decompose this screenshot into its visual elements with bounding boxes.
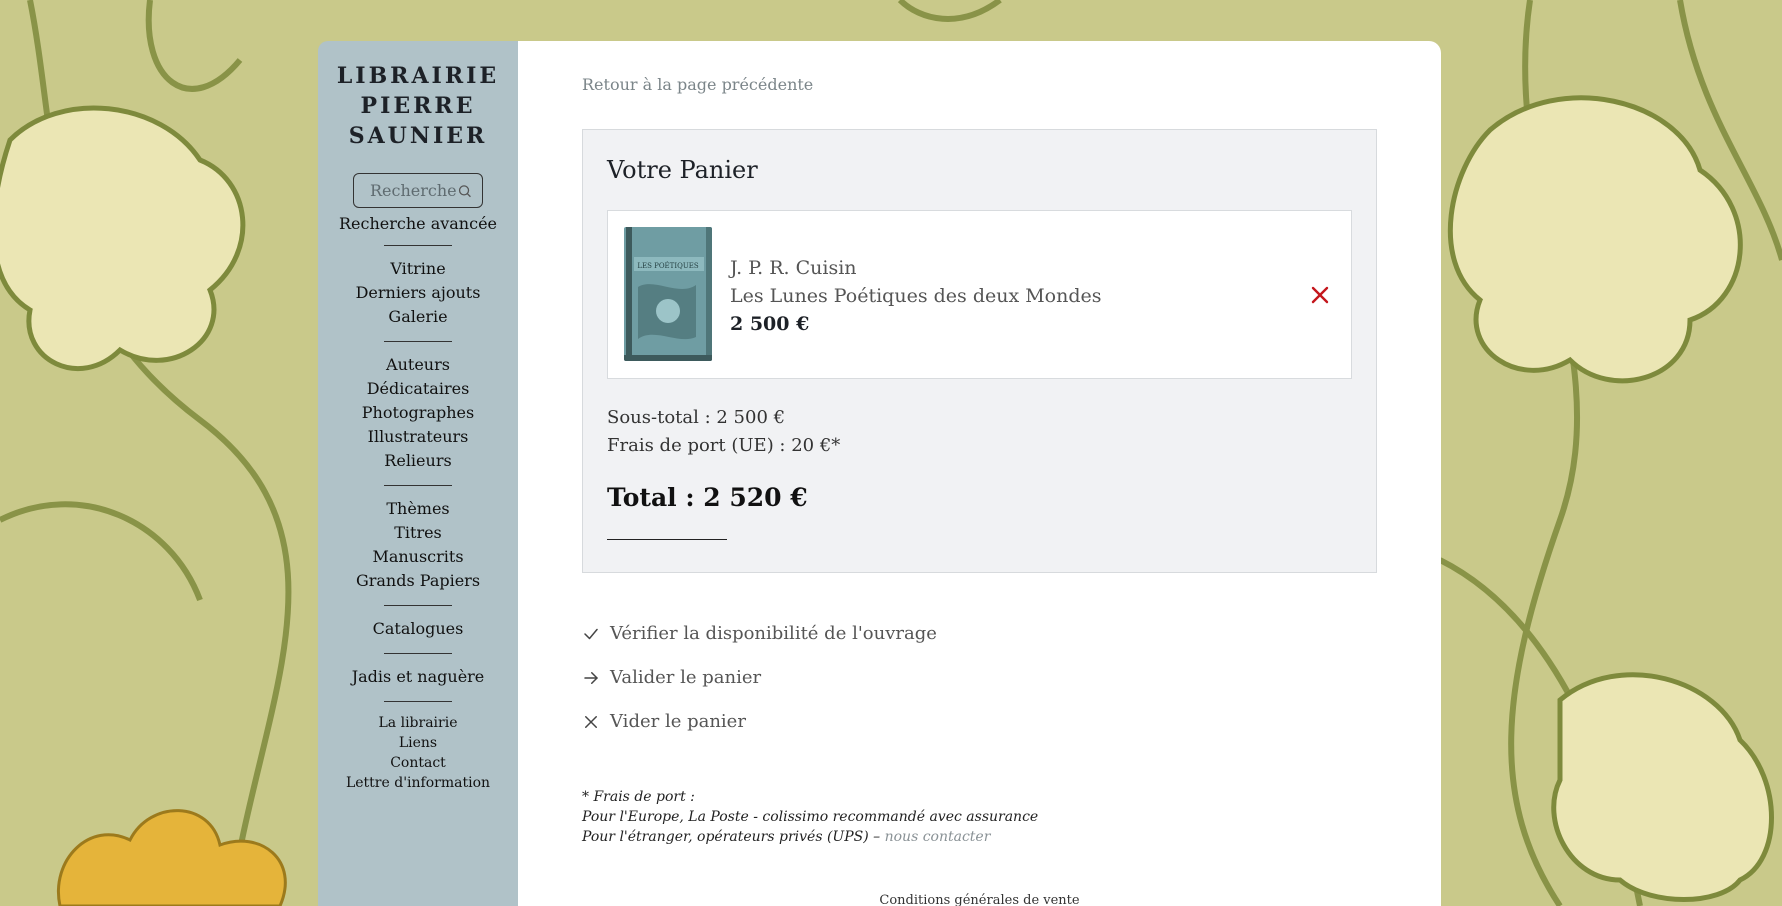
nav-item-themes[interactable]: Thèmes xyxy=(318,497,518,521)
nav-group-catalogues: Catalogues xyxy=(318,617,518,641)
subtotal: Sous-total : 2 500 € xyxy=(607,407,786,428)
divider xyxy=(384,653,452,654)
footnote-foreign: Pour l'étranger, opérateurs privés (UPS)… xyxy=(582,827,1038,847)
main-content: Retour à la page précédente Votre Panier… xyxy=(518,41,1441,906)
footnote-foreign-text: Pour l'étranger, opérateurs privés (UPS)… xyxy=(582,829,885,845)
nav-item-liens[interactable]: Liens xyxy=(318,733,518,753)
nav-group-jadis: Jadis et naguère xyxy=(318,665,518,689)
divider xyxy=(384,605,452,606)
brand-line-2: PIERRE xyxy=(360,93,476,119)
divider xyxy=(384,485,452,486)
item-title[interactable]: Les Lunes Poétiques des deux Mondes xyxy=(730,285,1102,307)
advanced-search-link[interactable]: Recherche avancée xyxy=(318,214,518,233)
nav-item-manuscrits[interactable]: Manuscrits xyxy=(318,545,518,569)
nav-item-relieurs[interactable]: Relieurs xyxy=(318,449,518,473)
check-availability-button[interactable]: Vérifier la disponibilité de l'ouvrage xyxy=(582,623,937,644)
nav-item-grands-papiers[interactable]: Grands Papiers xyxy=(318,569,518,593)
nav-group-topics: Thèmes Titres Manuscrits Grands Papiers xyxy=(318,497,518,593)
brand-line-1: LIBRAIRIE xyxy=(336,63,500,89)
shipping-footnote: * Frais de port : Pour l'Europe, La Post… xyxy=(582,787,1038,847)
nav-item-lettre-information[interactable]: Lettre d'information xyxy=(318,773,518,793)
book-cover-text: LES POÉTIQUES xyxy=(637,261,699,270)
validate-cart-label: Valider le panier xyxy=(610,667,762,688)
nav-item-auteurs[interactable]: Auteurs xyxy=(318,353,518,377)
empty-cart-button[interactable]: Vider le panier xyxy=(582,711,746,732)
item-author[interactable]: J. P. R. Cuisin xyxy=(730,257,857,279)
terms-link[interactable]: Conditions générales de vente xyxy=(518,893,1441,906)
nav-item-catalogues[interactable]: Catalogues xyxy=(318,617,518,641)
search-placeholder: Recherche xyxy=(370,181,457,200)
nav-item-vitrine[interactable]: Vitrine xyxy=(318,257,518,281)
check-availability-label: Vérifier la disponibilité de l'ouvrage xyxy=(610,623,937,644)
nav-item-illustrateurs[interactable]: Illustrateurs xyxy=(318,425,518,449)
nav-item-la-librairie[interactable]: La librairie xyxy=(318,713,518,733)
nav-item-derniers-ajouts[interactable]: Derniers ajouts xyxy=(318,281,518,305)
cart-total: Total : 2 520 € xyxy=(607,483,808,512)
total-divider xyxy=(607,539,727,540)
search-icon[interactable] xyxy=(457,182,472,200)
brand-line-3: SAUNIER xyxy=(348,123,488,149)
sidebar: LIBRAIRIE PIERRE SAUNIER Recherche Reche… xyxy=(318,41,518,906)
item-price: 2 500 € xyxy=(730,313,810,335)
nav-item-contact[interactable]: Contact xyxy=(318,753,518,773)
nav-group-info: La librairie Liens Contact Lettre d'info… xyxy=(318,713,518,793)
close-icon xyxy=(585,715,597,728)
book-cover-image[interactable]: LES POÉTIQUES xyxy=(624,227,712,361)
nav-group-main: Vitrine Derniers ajouts Galerie xyxy=(318,257,518,329)
nav-item-photographes[interactable]: Photographes xyxy=(318,401,518,425)
footnote-heading: * Frais de port : xyxy=(582,789,695,805)
arrow-right-icon xyxy=(584,671,598,684)
checkmark-icon xyxy=(584,628,598,639)
search-input[interactable]: Recherche xyxy=(353,173,483,208)
divider xyxy=(384,701,452,702)
nav-group-people: Auteurs Dédicataires Photographes Illust… xyxy=(318,353,518,473)
shipping-cost: Frais de port (UE) : 20 €* xyxy=(607,435,841,456)
site-logo[interactable]: LIBRAIRIE PIERRE SAUNIER xyxy=(318,61,518,151)
back-link[interactable]: Retour à la page précédente xyxy=(582,75,813,94)
divider xyxy=(384,341,452,342)
divider xyxy=(384,245,452,246)
validate-cart-button[interactable]: Valider le panier xyxy=(582,667,761,688)
cart-panel: Votre Panier LES POÉTIQUES J. P. R. Cuis… xyxy=(582,129,1377,573)
cart-title: Votre Panier xyxy=(607,156,758,184)
nav-item-dedicataires[interactable]: Dédicataires xyxy=(318,377,518,401)
remove-item-icon[interactable] xyxy=(1310,285,1330,305)
contact-link[interactable]: nous contacter xyxy=(885,829,991,845)
cart-item: LES POÉTIQUES J. P. R. Cuisin Les Lunes … xyxy=(607,210,1352,379)
empty-cart-label: Vider le panier xyxy=(610,711,746,732)
nav-item-galerie[interactable]: Galerie xyxy=(318,305,518,329)
footnote-europe: Pour l'Europe, La Poste - colissimo reco… xyxy=(582,809,1039,825)
nav-item-jadis-et-naguere[interactable]: Jadis et naguère xyxy=(318,665,518,689)
nav-item-titres[interactable]: Titres xyxy=(318,521,518,545)
